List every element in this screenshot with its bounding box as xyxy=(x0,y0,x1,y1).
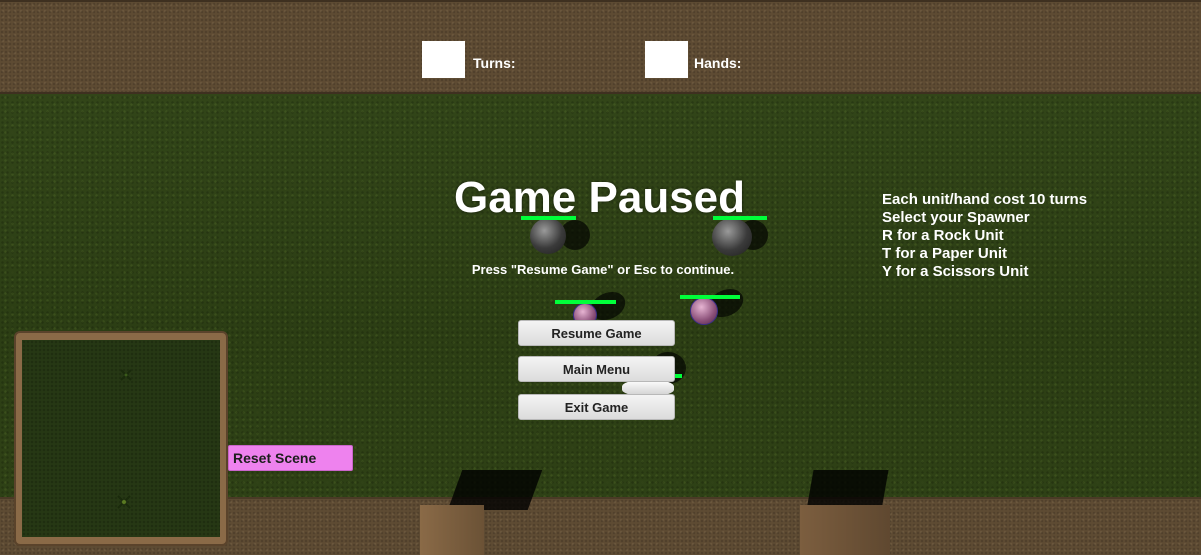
reset-scene-button[interactable]: Reset Scene xyxy=(228,445,353,471)
turns-label: Turns: xyxy=(473,55,516,71)
health-bar xyxy=(680,295,740,299)
minimap-unit-icon xyxy=(117,495,131,509)
health-bar xyxy=(555,300,616,304)
minimap-view xyxy=(22,340,220,537)
instruction-line: R for a Rock Unit xyxy=(882,227,1004,244)
spawner-shadow xyxy=(806,470,889,510)
spawner-shadow xyxy=(447,470,543,510)
main-menu-button[interactable]: Main Menu xyxy=(518,356,675,382)
game-viewport[interactable]: Turns: Hands: Game Paused Press "Resume … xyxy=(0,0,1201,555)
exit-game-button[interactable]: Exit Game xyxy=(518,394,675,420)
minimap-unit-icon xyxy=(120,368,132,381)
rock-unit[interactable] xyxy=(530,218,566,254)
paper-unit[interactable] xyxy=(690,297,718,325)
top-wall xyxy=(0,0,1201,94)
minimap[interactable] xyxy=(14,331,228,546)
instruction-line: Each unit/hand cost 10 turns xyxy=(882,191,1088,208)
turns-counter-box xyxy=(422,41,465,78)
instruction-line: T for a Paper Unit xyxy=(882,245,1008,262)
hands-label: Hands: xyxy=(694,55,742,71)
rock-unit[interactable] xyxy=(712,218,752,256)
pause-hint: Press "Resume Game" or Esc to continue. xyxy=(471,262,735,277)
instruction-line: Y for a Scissors Unit xyxy=(882,263,1029,280)
spawner-right[interactable] xyxy=(800,505,890,555)
health-bar xyxy=(675,374,682,378)
spawner-left[interactable] xyxy=(420,505,484,555)
instructions-panel: Each unit/hand cost 10 turns Select your… xyxy=(882,191,1087,281)
resume-game-button[interactable]: Resume Game xyxy=(518,320,675,346)
hands-counter-box xyxy=(645,41,688,78)
instruction-line: Select your Spawner xyxy=(882,209,1030,226)
